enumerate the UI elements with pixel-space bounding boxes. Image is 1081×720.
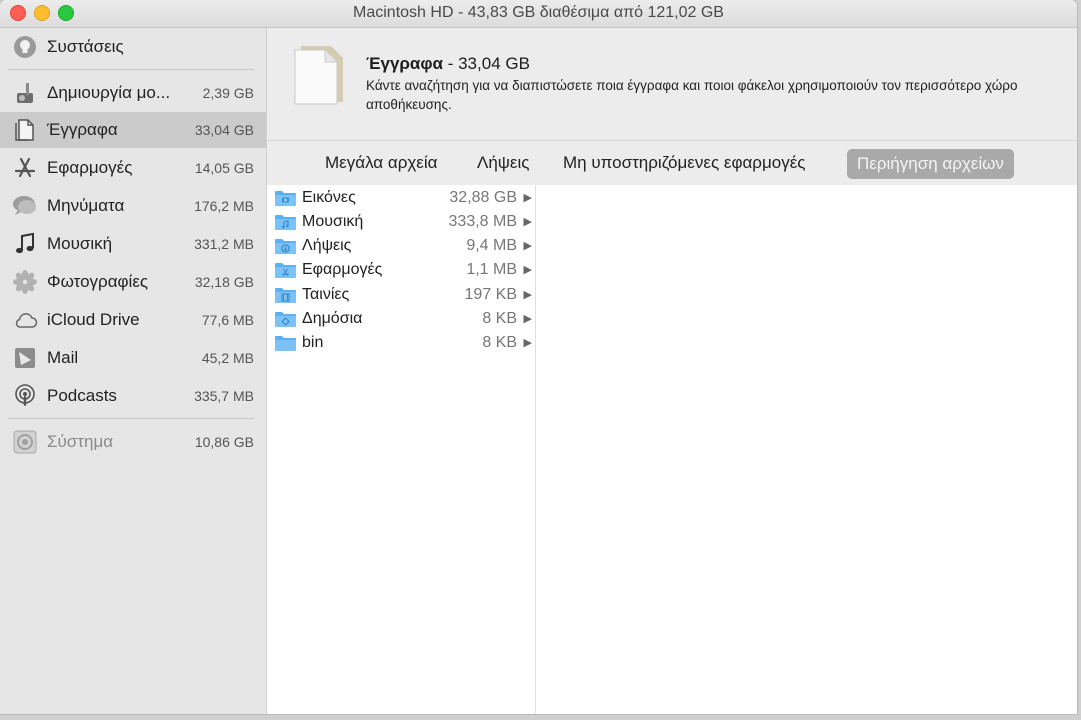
category-header: Έγγραφα - 33,04 GB Κάντε αναζήτηση για ν… xyxy=(267,28,1077,141)
tab-large-files[interactable]: Μεγάλα αρχεία xyxy=(325,153,437,173)
music-icon xyxy=(12,231,38,257)
document-file-icon xyxy=(293,42,347,111)
sidebar-item-music-creation[interactable]: Δημιουργία μο... 2,39 GB xyxy=(0,75,266,111)
disclosure-arrow-icon[interactable]: ▶ xyxy=(524,191,532,204)
list-item-size: 9,4 MB xyxy=(466,237,517,254)
list-item-name: Λήψεις xyxy=(302,237,352,254)
window-title: Macintosh HD - 43,83 GB διαθέσιμα από 12… xyxy=(353,4,724,21)
sidebar-item-label: Φωτογραφίες xyxy=(47,272,149,291)
disclosure-arrow-icon[interactable]: ▶ xyxy=(524,312,532,325)
app-store-icon xyxy=(12,155,38,181)
sidebar-item-label: Δημιουργία μο... xyxy=(47,83,171,102)
tab-file-browser[interactable]: Περιήγηση αρχείων xyxy=(847,149,1014,179)
column-divider xyxy=(535,185,536,714)
movies-folder-icon xyxy=(275,288,296,303)
sidebar-item-label: Mail xyxy=(47,348,79,367)
sidebar-item-messages[interactable]: Μηνύματα 176,2 MB xyxy=(0,188,266,224)
sidebar-item-label: Εφαρμογές xyxy=(47,158,133,177)
list-item[interactable]: Εικόνες 32,88 GB ▶ xyxy=(267,186,535,210)
list-item-name: Δημόσια xyxy=(302,310,363,327)
file-browser: Εικόνες 32,88 GB ▶ Μουσική 333,8 MB ▶ Λή… xyxy=(267,185,1077,714)
sidebar-item-recommendations[interactable]: Συστάσεις xyxy=(0,29,266,65)
mail-icon xyxy=(12,345,38,371)
sidebar-item-applications[interactable]: Εφαρμογές 14,05 GB xyxy=(0,150,266,186)
lightbulb-icon xyxy=(12,34,38,60)
sidebar-item-photos[interactable]: Φωτογραφίες 32,18 GB xyxy=(0,264,266,300)
disclosure-arrow-icon[interactable]: ▶ xyxy=(524,239,532,252)
sidebar-item-size: 45,2 MB xyxy=(201,350,254,366)
public-folder-icon xyxy=(275,312,296,327)
sidebar-item-size: 335,7 MB xyxy=(194,388,254,404)
sidebar: Συστάσεις Δημιουργία μο... 2,39 GB Έγγρα… xyxy=(0,28,267,714)
list-item[interactable]: Μουσική 333,8 MB ▶ xyxy=(267,210,535,234)
garageband-icon xyxy=(12,80,38,106)
sidebar-item-label: Μηνύματα xyxy=(47,196,125,215)
disclosure-arrow-icon[interactable]: ▶ xyxy=(524,215,532,228)
sidebar-item-label: Μουσική xyxy=(47,234,113,253)
sidebar-item-size: 331,2 MB xyxy=(194,236,254,252)
sidebar-item-music[interactable]: Μουσική 331,2 MB xyxy=(0,226,266,262)
category-description: Κάντε αναζήτηση για να διαπιστώσετε ποια… xyxy=(366,78,1018,112)
list-item[interactable]: Δημόσια 8 KB ▶ xyxy=(267,307,535,331)
category-name: Έγγραφα xyxy=(366,54,443,73)
list-item-name: Ταινίες xyxy=(302,286,350,303)
list-item[interactable]: Λήψεις 9,4 MB ▶ xyxy=(267,234,535,258)
list-item-name: bin xyxy=(302,334,324,351)
system-icon xyxy=(12,429,38,455)
podcasts-icon xyxy=(12,383,38,409)
list-item-size: 32,88 GB xyxy=(449,189,517,206)
list-item-size: 8 KB xyxy=(482,334,517,351)
list-item[interactable]: Εφαρμογές 1,1 MB ▶ xyxy=(267,258,535,282)
music-folder-icon xyxy=(275,215,296,230)
list-item-size: 333,8 MB xyxy=(448,213,517,230)
list-item[interactable]: Ταινίες 197 KB ▶ xyxy=(267,283,535,307)
disclosure-arrow-icon[interactable]: ▶ xyxy=(524,263,532,276)
sidebar-item-size: 10,86 GB xyxy=(194,434,254,450)
sidebar-item-label: Έγγραφα xyxy=(47,120,118,139)
sidebar-item-label: iCloud Drive xyxy=(47,310,140,329)
list-item-size: 8 KB xyxy=(482,310,517,327)
photos-icon xyxy=(12,269,38,295)
sidebar-item-podcasts[interactable]: Podcasts 335,7 MB xyxy=(0,378,266,414)
title-bar: Macintosh HD - 43,83 GB διαθέσιμα από 12… xyxy=(0,0,1077,28)
storage-management-window: Macintosh HD - 43,83 GB διαθέσιμα από 12… xyxy=(0,0,1077,714)
sidebar-item-label: Podcasts xyxy=(47,386,117,405)
list-item-name: Εικόνες xyxy=(302,189,356,206)
list-item-name: Μουσική xyxy=(302,213,364,230)
documents-icon xyxy=(12,117,38,143)
tab-downloads[interactable]: Λήψεις xyxy=(477,153,529,173)
pictures-folder-icon xyxy=(275,191,296,206)
applications-folder-icon xyxy=(275,263,296,278)
tab-unsupported-apps[interactable]: Μη υποστηριζόμενες εφαρμογές xyxy=(563,153,806,173)
list-item[interactable]: bin 8 KB ▶ xyxy=(267,331,535,355)
folder-icon xyxy=(275,336,296,351)
disclosure-arrow-icon[interactable]: ▶ xyxy=(524,288,532,301)
list-item-size: 197 KB xyxy=(464,286,517,303)
sidebar-item-system[interactable]: Σύστημα 10,86 GB xyxy=(0,424,266,460)
disclosure-arrow-icon[interactable]: ▶ xyxy=(524,336,532,349)
sidebar-item-mail[interactable]: Mail 45,2 MB xyxy=(0,340,266,376)
sidebar-separator xyxy=(8,418,254,419)
category-title: Έγγραφα - 33,04 GB xyxy=(366,54,530,74)
list-item-size: 1,1 MB xyxy=(466,261,517,278)
sidebar-item-size: 176,2 MB xyxy=(194,198,254,214)
downloads-folder-icon xyxy=(275,239,296,254)
sidebar-item-label: Συστάσεις xyxy=(47,37,124,56)
tab-bar: Μεγάλα αρχεία Λήψεις Μη υποστηριζόμενες … xyxy=(267,141,1077,185)
sidebar-item-size: 32,18 GB xyxy=(194,274,254,290)
list-item-name: Εφαρμογές xyxy=(302,261,383,278)
sidebar-item-size: 33,04 GB xyxy=(194,122,254,138)
sidebar-item-size: 14,05 GB xyxy=(194,160,254,176)
category-size: - 33,04 GB xyxy=(443,54,530,73)
messages-icon xyxy=(12,193,38,219)
sidebar-item-size: 77,6 MB xyxy=(201,312,254,328)
sidebar-item-icloud-drive[interactable]: iCloud Drive 77,6 MB xyxy=(0,302,266,338)
sidebar-item-size: 2,39 GB xyxy=(202,85,254,101)
icloud-icon xyxy=(12,307,38,333)
sidebar-separator xyxy=(8,69,254,70)
sidebar-item-label: Σύστημα xyxy=(47,432,114,451)
sidebar-item-documents[interactable]: Έγγραφα 33,04 GB xyxy=(0,112,266,148)
